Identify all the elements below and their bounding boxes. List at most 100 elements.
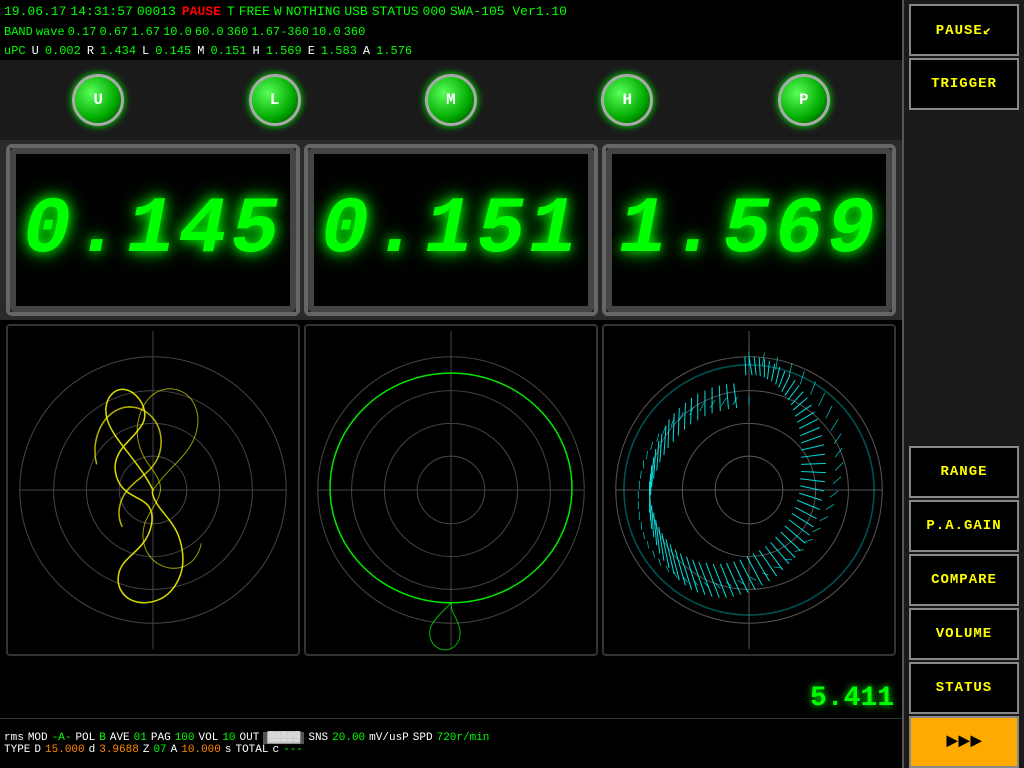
- trigger-button[interactable]: TRIGGER: [909, 58, 1019, 110]
- m-label: M: [197, 44, 204, 58]
- status-value: 000: [423, 4, 446, 19]
- knob-p[interactable]: P: [778, 74, 830, 126]
- band-val-5: 60.0: [195, 25, 224, 39]
- display-row: 0.145 0.151 1.569: [0, 140, 902, 320]
- w-value: NOTHING: [286, 4, 341, 19]
- h-label: H: [252, 44, 259, 58]
- a-value: 1.576: [376, 44, 412, 58]
- band-val-9: 360: [344, 25, 366, 39]
- sns-label: SNS: [308, 732, 328, 744]
- bottom-row: rms MOD -A- POL B AVE 01 PAG 100 VOL 10 …: [0, 718, 902, 768]
- z-value: 07: [153, 744, 166, 756]
- wave-label: wave: [36, 25, 65, 39]
- rms-label: rms: [4, 732, 24, 744]
- c-value: ---: [283, 744, 303, 756]
- id-display: 00013: [137, 4, 176, 19]
- e-label: E: [308, 44, 315, 58]
- compare-button[interactable]: COMPARE: [909, 554, 1019, 606]
- header-area: 19.06.17 14:31:57 00013 PAUSE T FREE W N…: [0, 0, 902, 60]
- vol-label: VOL: [199, 732, 219, 744]
- display-value-h: 1.569: [619, 185, 879, 276]
- band-label: BAND: [4, 25, 33, 39]
- spd-label: SPD: [413, 732, 433, 744]
- display-panel-m: 0.151: [304, 144, 598, 316]
- date-display: 19.06.17: [4, 4, 66, 19]
- knob-h-container: H: [601, 74, 653, 126]
- arrows-button[interactable]: ►►►: [909, 716, 1019, 768]
- usb-label: USB: [344, 4, 367, 19]
- radar-2-svg: [306, 326, 596, 654]
- radar-3-svg: [604, 326, 894, 654]
- spd-value: 720r/min: [437, 732, 490, 744]
- status-line: 19.06.17 14:31:57 00013 PAUSE T FREE W N…: [0, 0, 902, 22]
- knob-l[interactable]: L: [249, 74, 301, 126]
- z-label: Z: [143, 744, 150, 756]
- ave-value: 01: [134, 732, 147, 744]
- big-value-display: 5.411: [810, 683, 894, 714]
- upc-label: uPC: [4, 44, 26, 58]
- l-label: L: [142, 44, 149, 58]
- knob-m-label: M: [446, 91, 456, 109]
- knob-m-container: M: [425, 74, 477, 126]
- w-label: W: [274, 4, 282, 19]
- radar-row: [0, 320, 902, 660]
- out-label: OUT: [240, 732, 260, 744]
- main-content: U L M H P 0.145 0.151: [0, 60, 902, 768]
- knob-h-label: H: [623, 91, 633, 109]
- u-value: 0.002: [45, 44, 81, 58]
- a-label2: A: [171, 744, 178, 756]
- range-button[interactable]: RANGE: [909, 446, 1019, 498]
- mv-usp-label: mV/usP: [369, 732, 409, 744]
- radar-3: [602, 324, 896, 656]
- c-label: c: [273, 744, 280, 756]
- u-label: U: [32, 44, 39, 58]
- knob-u-container: U: [72, 74, 124, 126]
- total-label: TOTAL: [235, 744, 268, 756]
- knob-h[interactable]: H: [601, 74, 653, 126]
- pag-label: PAG: [151, 732, 171, 744]
- band-val-7: 1.67-360: [251, 25, 309, 39]
- type-label: TYPE: [4, 744, 30, 756]
- l-value: 0.145: [155, 44, 191, 58]
- radar-1-svg: [8, 326, 298, 654]
- knob-l-container: L: [249, 74, 301, 126]
- vol-value: 10: [222, 732, 235, 744]
- knob-p-container: P: [778, 74, 830, 126]
- version-display: SWA-105 Ver1.10: [450, 4, 567, 19]
- band-val-2: 0.67: [99, 25, 128, 39]
- display-value-m: 0.151: [321, 185, 581, 276]
- volume-button[interactable]: VOLUME: [909, 608, 1019, 660]
- bottom-line-1: rms MOD -A- POL B AVE 01 PAG 100 VOL 10 …: [4, 732, 898, 744]
- e-value: 1.583: [321, 44, 357, 58]
- t-label: T: [227, 4, 235, 19]
- display-panel-h: 1.569: [602, 144, 896, 316]
- knob-m[interactable]: M: [425, 74, 477, 126]
- pol-label: POL: [75, 732, 95, 744]
- pagain-button[interactable]: P.A.GAIN: [909, 500, 1019, 552]
- display-value-l: 0.145: [23, 185, 283, 276]
- upc-row: uPC U 0.002 R 1.434 L 0.145 M 0.151 H 1.…: [0, 41, 902, 60]
- out-box: ▓▓▓▓▓: [263, 732, 304, 744]
- m-value: 0.151: [210, 44, 246, 58]
- s-label: s: [225, 744, 232, 756]
- status-button[interactable]: STATUS: [909, 662, 1019, 714]
- pause-button[interactable]: PAUSE↙: [909, 4, 1019, 56]
- a-value: 10.000: [181, 744, 221, 756]
- band-val-3: 1.67: [131, 25, 160, 39]
- a-label: A: [363, 44, 370, 58]
- time-display: 14:31:57: [70, 4, 132, 19]
- pause-label: PAUSE: [180, 4, 223, 19]
- bottom-line-2: TYPE D 15.000 d 3.9688 Z 07 A 10.000 s T…: [4, 744, 898, 756]
- band-row: BAND wave 0.17 0.67 1.67 10.0 60.0 360 1…: [0, 22, 902, 41]
- d-unit: d: [89, 744, 96, 756]
- band-val-1: 0.17: [68, 25, 97, 39]
- knob-u[interactable]: U: [72, 74, 124, 126]
- radar-1: [6, 324, 300, 656]
- mod-value: -A-: [52, 732, 72, 744]
- band-val-8: 10.0: [312, 25, 341, 39]
- big-value-text: 5.411: [810, 683, 894, 714]
- t-value: FREE: [239, 4, 270, 19]
- r-label: R: [87, 44, 94, 58]
- radar-2: [304, 324, 598, 656]
- pag-value: 100: [175, 732, 195, 744]
